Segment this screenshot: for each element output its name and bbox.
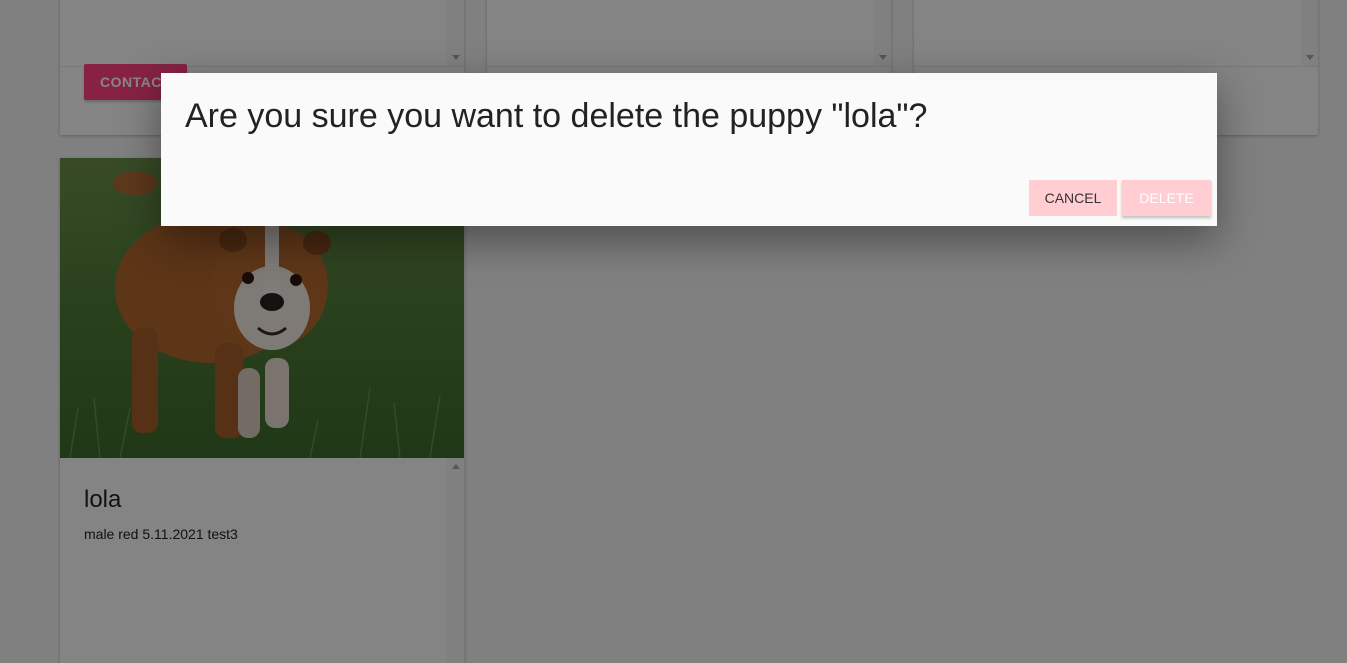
delete-confirm-dialog: Are you sure you want to delete the pupp… [161, 73, 1217, 226]
page: CONTACT lola male red 5.11.2021 test3 Ar… [0, 0, 1347, 663]
delete-button[interactable]: DELETE [1122, 180, 1211, 216]
cancel-button[interactable]: CANCEL [1029, 180, 1117, 216]
dialog-title: Are you sure you want to delete the pupp… [185, 97, 928, 135]
